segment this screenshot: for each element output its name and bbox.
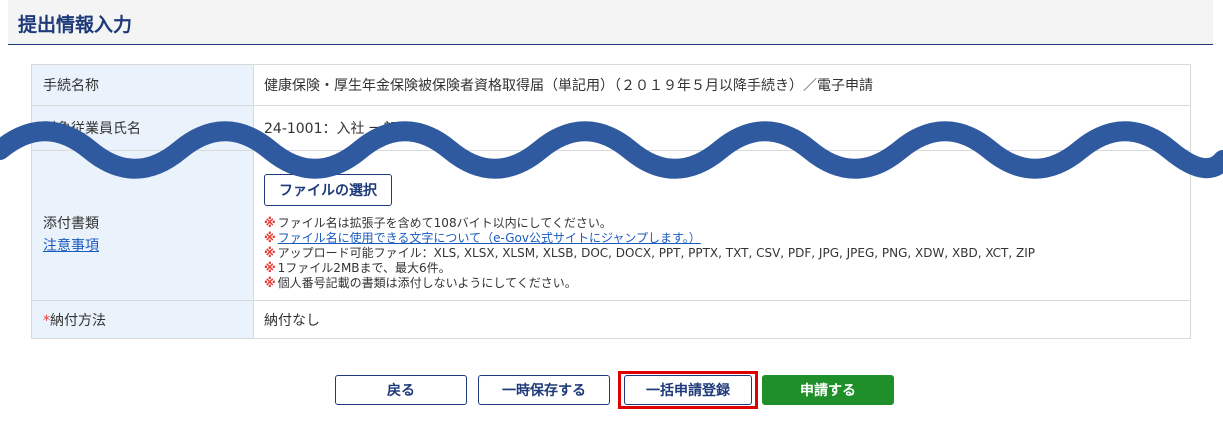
note-item: ※ アップロード可能ファイル：XLS, XLSX, XLSM, XLSB, DOC… xyxy=(264,246,1036,260)
note-item: ※ ファイル名に使用できる文字について（e-Gov公式サイトにジャンプします。） xyxy=(264,231,1189,246)
note-item: ※ 個人番号記載の書類は添付しないようにしてください。 xyxy=(264,276,577,290)
attachment-label-cell: 添付書類 注意事項 xyxy=(31,150,254,301)
note-mark: ※ xyxy=(264,216,276,230)
note-mark: ※ xyxy=(264,231,276,245)
payment-method-label-cell: *納付方法 xyxy=(31,300,254,339)
save-draft-button[interactable]: 一時保存する xyxy=(478,375,610,405)
employee-name-label: 対象従業員氏名 xyxy=(31,105,254,151)
note-item: ※ ファイル名は拡張子を含めて108バイト以内にしてください。 xyxy=(264,216,612,230)
note-mark: ※ xyxy=(264,246,276,260)
payment-method-label: 納付方法 xyxy=(50,312,106,329)
submission-form-table: 手続名称 健康保険・厚生年金保険被保険者資格取得届（単記用）（２０１９年５月以降… xyxy=(31,64,1191,339)
table-row: *納付方法 納付なし xyxy=(31,300,1191,339)
allowed-characters-link[interactable]: ファイル名に使用できる文字について（e-Gov公式サイトにジャンプします。） xyxy=(278,231,701,245)
cautions-link[interactable]: 注意事項 xyxy=(43,238,99,254)
highlight-frame xyxy=(618,371,758,409)
note-mark: ※ xyxy=(264,276,276,290)
payment-method-value: 納付なし xyxy=(253,300,1191,339)
note-item: ※ 1ファイル2MBまで、最大6件。 xyxy=(264,261,451,275)
back-button[interactable]: 戻る xyxy=(335,375,467,405)
table-row: 対象従業員氏名 24-1001：入社 一郎 xyxy=(31,105,1191,151)
table-row: 手続名称 健康保険・厚生年金保険被保険者資格取得届（単記用）（２０１９年５月以降… xyxy=(31,64,1191,106)
note-mark: ※ xyxy=(264,261,276,275)
action-bar: 戻る 一時保存する 一括申請登録 申請する xyxy=(0,375,1223,407)
procedure-name-label: 手続名称 xyxy=(31,64,254,106)
attachment-cell: ファイルの選択 ※ ファイル名は拡張子を含めて108バイト以内にしてください。 ※… xyxy=(253,150,1191,301)
choose-file-button[interactable]: ファイルの選択 xyxy=(264,174,392,206)
table-row: 添付書類 注意事項 ファイルの選択 ※ ファイル名は拡張子を含めて108バイト以内… xyxy=(31,150,1191,301)
apply-button[interactable]: 申請する xyxy=(762,375,894,405)
required-mark: * xyxy=(43,312,50,329)
attachment-notes: ※ ファイル名は拡張子を含めて108バイト以内にしてください。 ※ ファイル名に使用… xyxy=(264,216,1189,291)
employee-name-value: 24-1001：入社 一郎 xyxy=(253,105,1191,151)
page-title: 提出情報入力 xyxy=(18,14,133,36)
page-header: 提出情報入力 xyxy=(8,0,1213,45)
attachment-label: 添付書類 xyxy=(43,216,99,232)
procedure-name-value: 健康保険・厚生年金保険被保険者資格取得届（単記用）（２０１９年５月以降手続き）／… xyxy=(253,64,1191,106)
